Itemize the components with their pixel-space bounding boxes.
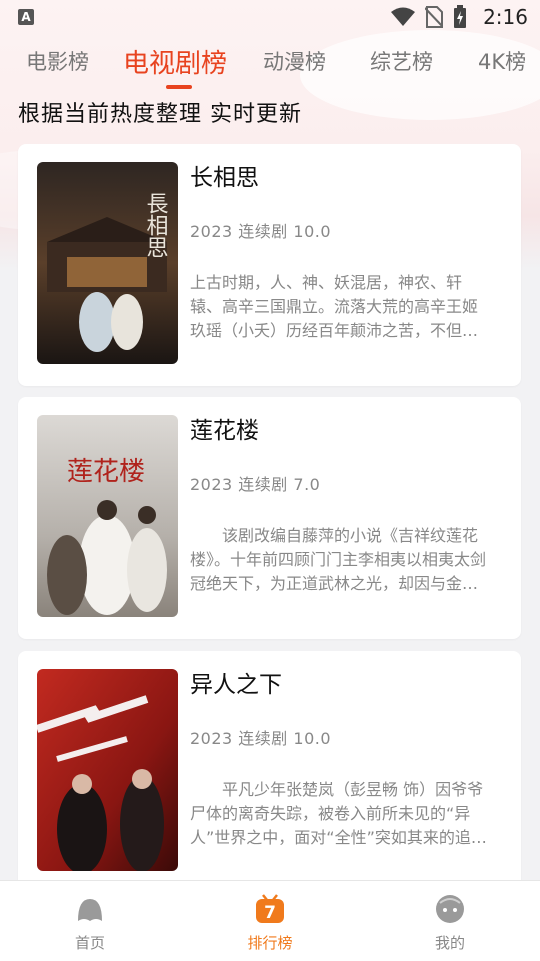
poster-title-text: 莲花楼 (67, 457, 145, 487)
poster-image: 長相思 (37, 162, 178, 364)
clock: 2:16 (483, 5, 528, 29)
item-title: 长相思 (190, 165, 259, 191)
item-title: 异人之下 (190, 672, 282, 698)
poster-image (37, 669, 178, 871)
ranking-card[interactable]: 長相思 长相思 2023 连续剧 10.0 上古时期，人、神、妖混居，神农、轩辕… (18, 144, 521, 386)
item-description: 平凡少年张楚岚（彭昱畅 饰）因爷爷尸体的离奇失踪，被卷入前所未见的“异人”世界之… (190, 780, 484, 847)
nav-ranking[interactable]: 7 排行榜 (210, 881, 330, 961)
tab-anime[interactable]: 动漫榜 (263, 46, 326, 76)
wifi-icon (391, 7, 416, 26)
ranking-tv-icon: 7 (256, 894, 284, 923)
item-meta: 2023 连续剧 7.0 (190, 475, 321, 494)
tab-movies[interactable]: 电影榜 (26, 46, 89, 76)
list-subtitle: 根据当前热度整理 实时更新 (18, 102, 302, 127)
battery-charging-icon (454, 5, 467, 28)
no-sim-icon (425, 6, 444, 28)
tab-tv-series[interactable]: 电视剧榜 (123, 43, 227, 80)
item-meta: 2023 连续剧 10.0 (190, 729, 332, 748)
ranking-card[interactable]: 莲花楼 莲花楼 2023 连续剧 7.0 该剧改编自藤萍的小说《吉祥纹莲花楼》。… (18, 397, 521, 639)
nav-profile[interactable]: 我的 (390, 881, 510, 961)
system-icons: 2:16 (391, 5, 528, 29)
status-bar: A 2:16 (0, 0, 540, 36)
item-title: 莲花楼 (190, 418, 259, 444)
nav-home[interactable]: 首页 (30, 881, 150, 961)
item-meta: 2023 连续剧 10.0 (190, 222, 332, 241)
bottom-navigation: 首页 7 排行榜 我的 (0, 880, 540, 961)
active-tab-indicator (166, 85, 192, 89)
nav-label: 我的 (434, 934, 465, 952)
nav-label: 首页 (74, 934, 105, 952)
category-tabs: 电影榜 电视剧榜 动漫榜 综艺榜 4K榜 (0, 40, 540, 90)
nav-badge-number: 7 (264, 903, 276, 923)
ranking-card[interactable]: 异人之下 2023 连续剧 10.0 平凡少年张楚岚（彭昱畅 饰）因爷爷尸体的离… (18, 651, 521, 893)
home-ghost-icon (78, 899, 102, 921)
profile-ghost-icon (436, 895, 464, 923)
poster-image: 莲花楼 (37, 415, 178, 617)
tab-variety[interactable]: 综艺榜 (370, 46, 433, 76)
item-description: 上古时期，人、神、妖混居，神农、轩辕、高辛三国鼎立。流落大荒的高辛王姬玖瑶（小夭… (190, 273, 479, 340)
app-notification-icon: A (18, 9, 34, 25)
tab-4k[interactable]: 4K榜 (478, 46, 526, 76)
poster-title-text: 長相思 (143, 192, 169, 258)
item-description: 该剧改编自藤萍的小说《吉祥纹莲花楼》。十年前四顾门门主李相夷以相夷太剑冠绝天下，… (190, 526, 487, 593)
nav-label: 排行榜 (247, 934, 293, 952)
